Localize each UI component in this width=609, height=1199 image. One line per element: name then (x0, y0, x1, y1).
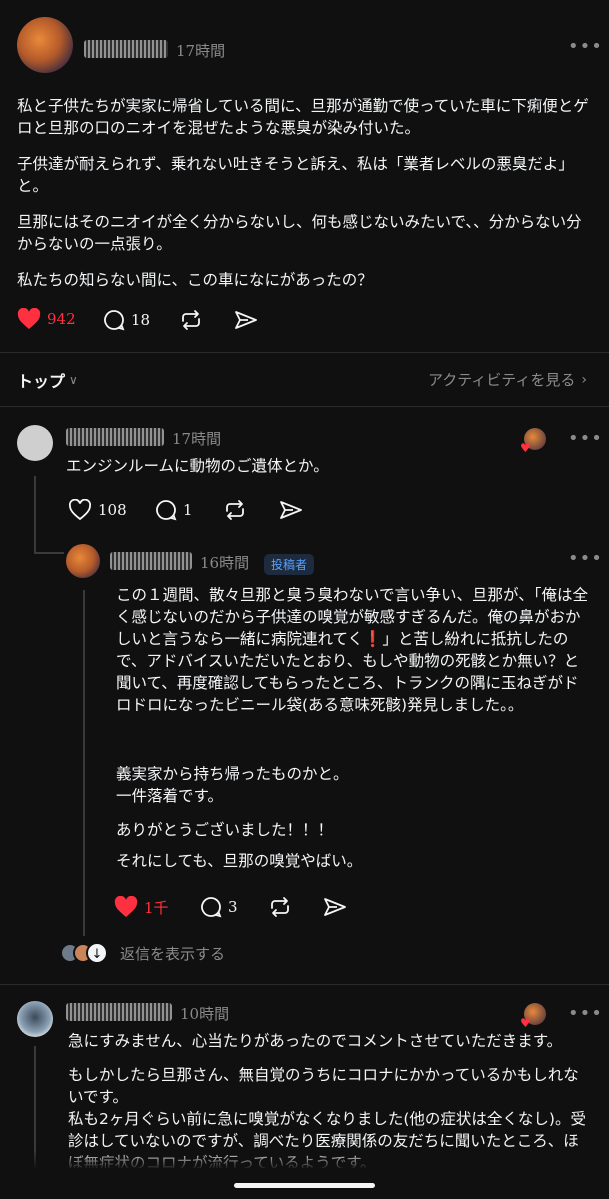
post-reply-button[interactable]: 18 (103, 309, 150, 331)
show-replies-label: 返信を表示する (120, 944, 226, 963)
thread-line (34, 476, 36, 552)
heart-small-icon: ♥ (520, 441, 531, 455)
reply-reply-count: 3 (228, 898, 238, 916)
repost-icon (226, 500, 244, 520)
heart-filled-icon (114, 896, 138, 917)
chevron-down-icon: ∨ (69, 373, 78, 387)
activity-link-label: アクティビティを見る (427, 371, 576, 389)
post-author-avatar[interactable] (17, 17, 73, 73)
post-paragraph: 私たちの知らない間に、この車になにがあったの？ (17, 271, 373, 289)
chevron-right-icon: › (581, 371, 587, 388)
comment-time: 17時間 (172, 430, 222, 448)
post-more-icon[interactable]: ••• (568, 36, 603, 57)
divider (0, 984, 609, 985)
comment-like-count: 108 (98, 501, 127, 519)
comment-reply-count: 1 (183, 501, 193, 519)
comment-icon (104, 310, 125, 331)
heart-small-icon: ♥ (520, 1016, 531, 1030)
comment-icon (156, 500, 177, 521)
post-paragraph: 私と子供たちが実家に帰省している間に、旦那が通勤で使っていた車に下痢便とゲロと旦… (17, 97, 589, 137)
thread-line-curve (34, 552, 64, 554)
reply-paragraph: この１週間、散々旦那と臭う臭わないで言い争い、旦那が、「俺は全く感じないのだから… (116, 586, 588, 714)
post-time: 17時間 (176, 42, 226, 60)
send-icon (324, 898, 346, 916)
bottom-fade (0, 1150, 609, 1199)
heart-filled-icon (17, 308, 41, 329)
reply-paragraph: それにしても、旦那の嗅覚やばい。 (116, 852, 363, 870)
reply-reply-button[interactable]: 3 (200, 896, 238, 918)
liked-by-author-icon: ♥ (520, 1003, 546, 1030)
comment-icon (201, 897, 222, 918)
post-paragraph: 旦那にはそのニオイが全く分からないし、何も感じないみたいで、、分からない分からな… (17, 213, 582, 253)
reply-share-button[interactable] (323, 896, 347, 918)
reply-paragraph: ありがとうございました！！！ (116, 821, 334, 839)
reply-like-count: 1千 (144, 898, 169, 917)
author-badge: 投稿者 (264, 554, 315, 575)
comment2-more-icon[interactable]: ••• (568, 1003, 603, 1024)
comment-like-button[interactable]: 108 (68, 499, 127, 521)
reply-like-button[interactable]: 1千 (114, 896, 169, 918)
post-reply-count: 18 (131, 311, 151, 329)
comment-share-button[interactable] (279, 499, 303, 521)
comment2-paragraph: 急にすみません、心当たりがあったのでコメントさせていただきます。 (68, 1032, 563, 1050)
comment-text: エンジンルームに動物のご遺体とか。 (66, 457, 329, 475)
post-author-name[interactable] (84, 40, 168, 58)
activity-link[interactable]: アクティビティを見る › (428, 369, 587, 390)
thread-line (83, 590, 85, 936)
sort-dropdown[interactable]: トップ ∨ (17, 368, 78, 392)
reply-author-name[interactable] (110, 552, 192, 570)
repost-icon (182, 310, 200, 330)
reply-more-icon[interactable]: ••• (568, 548, 603, 569)
comment-repost-button[interactable] (223, 499, 247, 521)
reply-avatar-stack: ↓ (60, 941, 110, 965)
comment2-author-avatar[interactable] (17, 1001, 53, 1037)
show-replies-button[interactable]: ↓ 返信を表示する (60, 941, 225, 965)
arrow-down-icon: ↓ (86, 942, 108, 964)
reply-author-avatar[interactable] (66, 544, 100, 578)
comment-more-icon[interactable]: ••• (568, 428, 603, 449)
sort-label: トップ (17, 372, 66, 391)
post-paragraph: 子供達が耐えられず、乗れない吐きそうと訴え、私は「業者レベルの悪臭だよ」と。 (17, 155, 574, 195)
post-share-button[interactable] (234, 309, 258, 331)
divider (0, 352, 609, 353)
reply-repost-button[interactable] (268, 896, 292, 918)
repost-icon (271, 897, 289, 917)
send-icon (280, 501, 302, 519)
comment2-author-name[interactable] (66, 1003, 172, 1021)
comment2-time: 10時間 (180, 1005, 230, 1023)
reply-paragraph: 義実家から持ち帰ったものかと。 一件落着です。 (116, 765, 349, 805)
reply-time: 16時間 (200, 554, 250, 572)
heart-outline-icon (68, 499, 92, 521)
comment-author-avatar[interactable] (17, 425, 53, 461)
post-like-button[interactable]: 942 (17, 308, 76, 330)
post-repost-button[interactable] (179, 309, 203, 331)
post-like-count: 942 (47, 310, 76, 328)
comment-author-name[interactable] (66, 428, 164, 446)
comment-reply-button[interactable]: 1 (155, 499, 193, 521)
home-indicator[interactable] (234, 1183, 375, 1188)
send-icon (235, 311, 257, 329)
divider (0, 406, 609, 407)
liked-by-author-icon: ♥ (520, 428, 546, 455)
